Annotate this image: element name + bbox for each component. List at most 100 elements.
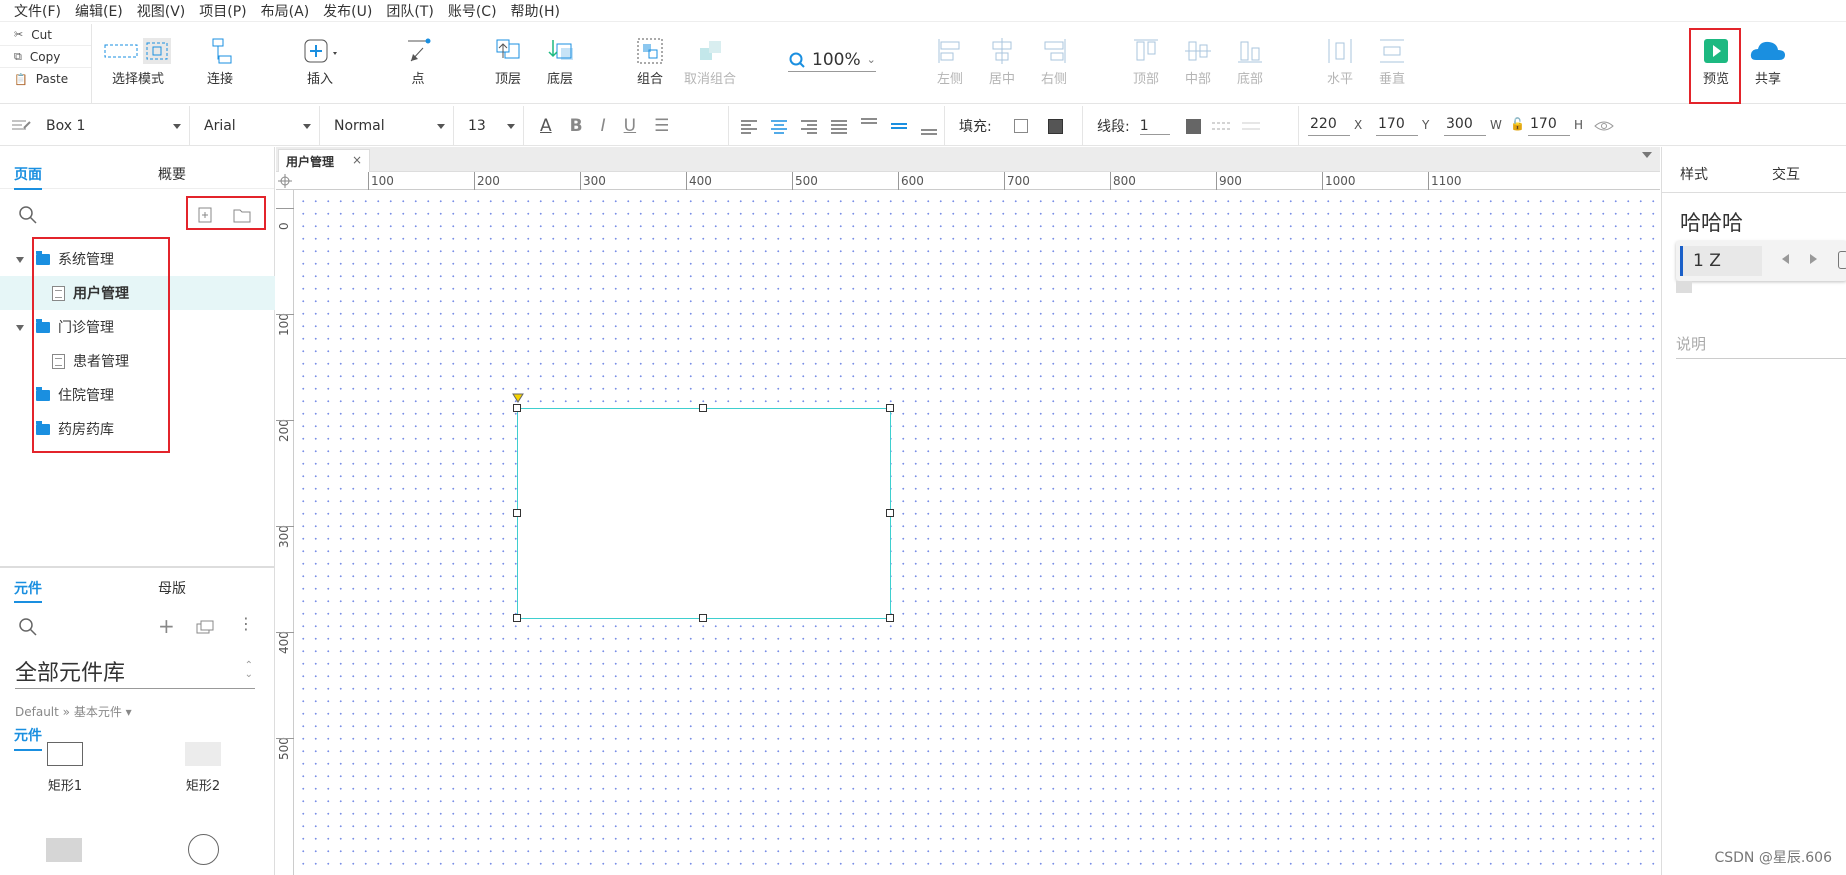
ruler-tick: [276, 738, 294, 739]
point-button[interactable]: 点: [398, 34, 438, 87]
resize-handle[interactable]: [513, 614, 521, 622]
lock-icon[interactable]: 🔓: [1510, 117, 1525, 131]
bring-to-front-button[interactable]: 顶层: [490, 34, 526, 87]
align-top-button[interactable]: 顶部: [1128, 34, 1164, 87]
width-input[interactable]: 300: [1444, 116, 1486, 136]
close-icon[interactable]: ×: [352, 153, 362, 167]
rotation-handle-icon[interactable]: [512, 392, 524, 404]
x-input[interactable]: 220: [1308, 116, 1350, 136]
connect-button[interactable]: 连接: [200, 34, 240, 87]
widget-name-dropdown[interactable]: Box 1: [0, 106, 190, 146]
align-left-button[interactable]: 左侧: [932, 34, 968, 87]
library-search-icon[interactable]: [18, 617, 38, 637]
align-bottom-button[interactable]: 底部: [1232, 34, 1268, 87]
widget-rect1[interactable]: 矩形1: [40, 742, 90, 794]
resize-handle[interactable]: [886, 614, 894, 622]
menu-file[interactable]: 文件(F): [14, 1, 61, 21]
ime-next-icon[interactable]: [1810, 254, 1817, 264]
ime-input-box[interactable]: 1 Z: [1680, 246, 1762, 276]
share-button[interactable]: 共享: [1746, 34, 1790, 87]
align-middle-button[interactable]: 中部: [1180, 34, 1216, 87]
widget-ellipse[interactable]: [188, 834, 219, 865]
resize-handle[interactable]: [886, 509, 894, 517]
menu-view[interactable]: 视图(V): [137, 1, 186, 21]
expand-arrow-icon[interactable]: [16, 325, 24, 331]
resize-handle[interactable]: [513, 509, 521, 517]
menu-publish[interactable]: 发布(U): [323, 1, 372, 21]
send-to-back-button[interactable]: 底层: [542, 34, 578, 87]
tab-style[interactable]: 样式: [1680, 164, 1708, 184]
resize-handle[interactable]: [886, 404, 894, 412]
valign-middle-icon[interactable]: [889, 115, 909, 137]
align-right-button[interactable]: 右侧: [1036, 34, 1072, 87]
widget-name-input[interactable]: 哈哈哈: [1680, 207, 1743, 237]
notes-field[interactable]: 说明: [1676, 333, 1846, 359]
align-center-button[interactable]: 居中: [984, 34, 1020, 87]
menu-project[interactable]: 项目(P): [199, 1, 246, 21]
bullet-list-icon[interactable]: ☰: [654, 116, 669, 136]
stroke-color-swatch[interactable]: [1185, 118, 1201, 134]
menu-help[interactable]: 帮助(H): [511, 1, 560, 21]
resize-handle[interactable]: [699, 614, 707, 622]
ime-prev-icon[interactable]: [1782, 254, 1789, 264]
italic-icon[interactable]: I: [601, 116, 606, 136]
menu-layout[interactable]: 布局(A): [261, 1, 310, 21]
font-family-dropdown[interactable]: Arial: [194, 106, 320, 146]
arrow-style-icon[interactable]: [1241, 119, 1261, 133]
eye-icon[interactable]: [1594, 118, 1614, 134]
resize-handle[interactable]: [699, 404, 707, 412]
group-button[interactable]: 组合: [632, 34, 668, 87]
select-mode-button[interactable]: 选择模式: [104, 34, 172, 87]
copy-button[interactable]: ⧉ Copy: [0, 46, 91, 68]
resize-handle[interactable]: [513, 404, 521, 412]
ungroup-button[interactable]: 取消组合: [684, 34, 736, 87]
widget-placeholder[interactable]: [46, 838, 82, 862]
shadow-swatch[interactable]: [1047, 118, 1063, 134]
tab-masters[interactable]: 母版: [158, 578, 186, 598]
valign-top-icon[interactable]: [859, 115, 879, 137]
font-color-icon[interactable]: A: [540, 116, 552, 136]
bold-icon[interactable]: B: [570, 116, 583, 136]
text-align-right-icon[interactable]: [799, 118, 819, 134]
canvas-grid[interactable]: [295, 191, 1660, 875]
tab-outline[interactable]: 概要: [158, 164, 186, 184]
tab-pages[interactable]: 页面: [14, 164, 42, 190]
library-selector[interactable]: 全部元件库 ⌃ ⌄: [15, 655, 255, 689]
line-pattern-icon[interactable]: [1211, 119, 1231, 133]
tab-widgets[interactable]: 元件: [14, 578, 42, 603]
y-input[interactable]: 170: [1376, 116, 1418, 136]
distribute-horizontal-button[interactable]: 水平: [1322, 34, 1358, 87]
underline-icon[interactable]: U: [624, 116, 636, 136]
menu-team[interactable]: 团队(T): [386, 1, 433, 21]
valign-bottom-icon[interactable]: [919, 115, 939, 137]
tab-overflow-icon[interactable]: [1642, 152, 1652, 158]
distribute-vertical-button[interactable]: 垂直: [1374, 34, 1410, 87]
cut-button[interactable]: ✂ Cut: [0, 24, 91, 46]
zoom-control[interactable]: 100% ⌄: [788, 48, 876, 72]
ime-expand-icon[interactable]: [1838, 251, 1846, 269]
font-style-dropdown[interactable]: Normal: [324, 106, 454, 146]
height-input[interactable]: 170: [1528, 116, 1570, 136]
menu-account[interactable]: 账号(C): [448, 1, 497, 21]
expand-arrow-icon[interactable]: [16, 257, 24, 263]
menu-edit[interactable]: 编辑(E): [75, 1, 123, 21]
insert-button[interactable]: 插入: [298, 34, 342, 87]
text-justify-icon[interactable]: [829, 118, 849, 134]
tab-widgets[interactable]: 元件: [14, 725, 42, 751]
search-icon[interactable]: [18, 205, 38, 225]
stroke-width-input[interactable]: 1: [1139, 118, 1170, 135]
tab-user-management[interactable]: 用户管理 ×: [278, 149, 370, 172]
library-path[interactable]: Default » 基本元件 ▾: [15, 703, 132, 720]
ruler-label: 100: [277, 313, 291, 336]
text-align-center-icon[interactable]: [769, 118, 789, 134]
font-size-dropdown[interactable]: 13: [458, 106, 524, 146]
paste-button[interactable]: 📋 Paste: [0, 68, 91, 90]
fill-color-swatch[interactable]: [1013, 119, 1028, 133]
library-manage-icon[interactable]: [196, 620, 214, 634]
selected-rectangle-box[interactable]: [517, 408, 891, 619]
tab-interactions[interactable]: 交互: [1772, 164, 1800, 184]
more-options-icon[interactable]: ⋮: [238, 614, 254, 633]
add-library-icon[interactable]: +: [158, 614, 175, 638]
widget-rect2[interactable]: 矩形2: [178, 742, 228, 794]
text-align-left-icon[interactable]: [739, 118, 759, 134]
